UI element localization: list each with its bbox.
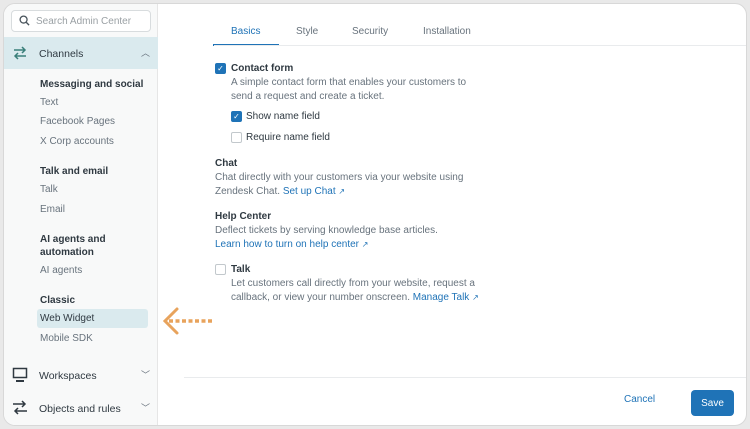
sidebar-item-email[interactable]: Email: [40, 204, 65, 215]
sidebar-item-ai-agents[interactable]: AI agents: [40, 265, 82, 276]
require-name-checkbox[interactable]: [231, 132, 242, 143]
show-name-checkbox[interactable]: ✓: [231, 111, 242, 122]
objects-rules-icon: [13, 400, 27, 415]
group-title: AI agents and automation: [40, 234, 106, 258]
chevron-down-icon: ﹀: [140, 403, 150, 413]
set-up-chat-link[interactable]: Set up Chat: [283, 186, 336, 197]
tab-divider: [214, 45, 746, 46]
chat-title: Chat: [215, 158, 238, 169]
external-link-icon: ↗: [338, 187, 346, 196]
external-link-icon: ↗: [472, 293, 479, 302]
group-title: Classic: [40, 295, 76, 306]
chat-desc: Chat directly with your customers via yo…: [215, 171, 465, 199]
contact-form-checkbox[interactable]: ✓: [215, 63, 226, 74]
group-title: Talk and email: [40, 166, 109, 177]
chevron-up-icon: ︿: [140, 48, 150, 58]
talk-label: Talk: [231, 264, 251, 275]
contact-form-label: Contact form: [231, 63, 294, 74]
tab-basics[interactable]: Basics: [213, 26, 280, 46]
nav-objects-rules[interactable]: Objects and rules ﹀: [4, 392, 158, 424]
group-title: Messaging and social: [40, 79, 144, 90]
search-input[interactable]: Search Admin Center: [11, 10, 151, 32]
manage-talk-link[interactable]: Manage Talk: [413, 292, 470, 303]
nav-objects-label: Objects and rules: [39, 403, 121, 415]
sidebar-item-web-widget[interactable]: Web Widget: [37, 309, 148, 328]
sidebar: Search Admin Center Channels ︿ Messaging…: [4, 4, 158, 425]
channels-arrows-icon: [13, 46, 27, 60]
show-name-label: Show name field: [246, 111, 320, 122]
tab-installation[interactable]: Installation: [423, 26, 471, 44]
sidebar-item-facebook[interactable]: Facebook Pages: [40, 116, 115, 127]
help-center-desc: Deflect tickets by serving knowledge bas…: [215, 224, 465, 252]
monitor-icon: [12, 367, 28, 382]
sidebar-item-mobile-sdk[interactable]: Mobile SDK: [40, 333, 93, 344]
sidebar-item-talk[interactable]: Talk: [40, 184, 58, 195]
tab-security[interactable]: Security: [352, 26, 388, 44]
nav-workspaces-label: Workspaces: [39, 370, 97, 382]
require-name-label: Require name field: [246, 132, 330, 143]
search-icon: [19, 15, 30, 26]
talk-checkbox[interactable]: [215, 264, 226, 275]
sidebar-item-text[interactable]: Text: [40, 97, 58, 108]
footer-divider: [184, 377, 746, 378]
help-center-link[interactable]: Learn how to turn on help center: [215, 239, 359, 250]
sidebar-item-x-corp[interactable]: X Corp accounts: [40, 136, 114, 147]
search-placeholder: Search Admin Center: [36, 16, 132, 27]
nav-channels-label: Channels: [39, 48, 84, 60]
save-button[interactable]: Save: [691, 390, 734, 416]
chevron-down-icon: ﹀: [140, 370, 150, 380]
nav-workspaces[interactable]: Workspaces ﹀: [4, 359, 158, 391]
help-desc-text: Deflect tickets by serving knowledge bas…: [215, 225, 438, 236]
external-link-icon: ↗: [361, 240, 369, 249]
talk-desc: Let customers call directly from your we…: [231, 277, 481, 305]
cancel-button[interactable]: Cancel: [624, 394, 655, 405]
admin-window: Search Admin Center Channels ︿ Messaging…: [3, 3, 747, 426]
help-center-title: Help Center: [215, 211, 272, 222]
contact-form-desc: A simple contact form that enables your …: [231, 77, 467, 102]
pointer-arrow-icon: [162, 307, 213, 335]
nav-channels[interactable]: Channels ︿: [4, 37, 158, 69]
tab-style[interactable]: Style: [296, 26, 318, 44]
